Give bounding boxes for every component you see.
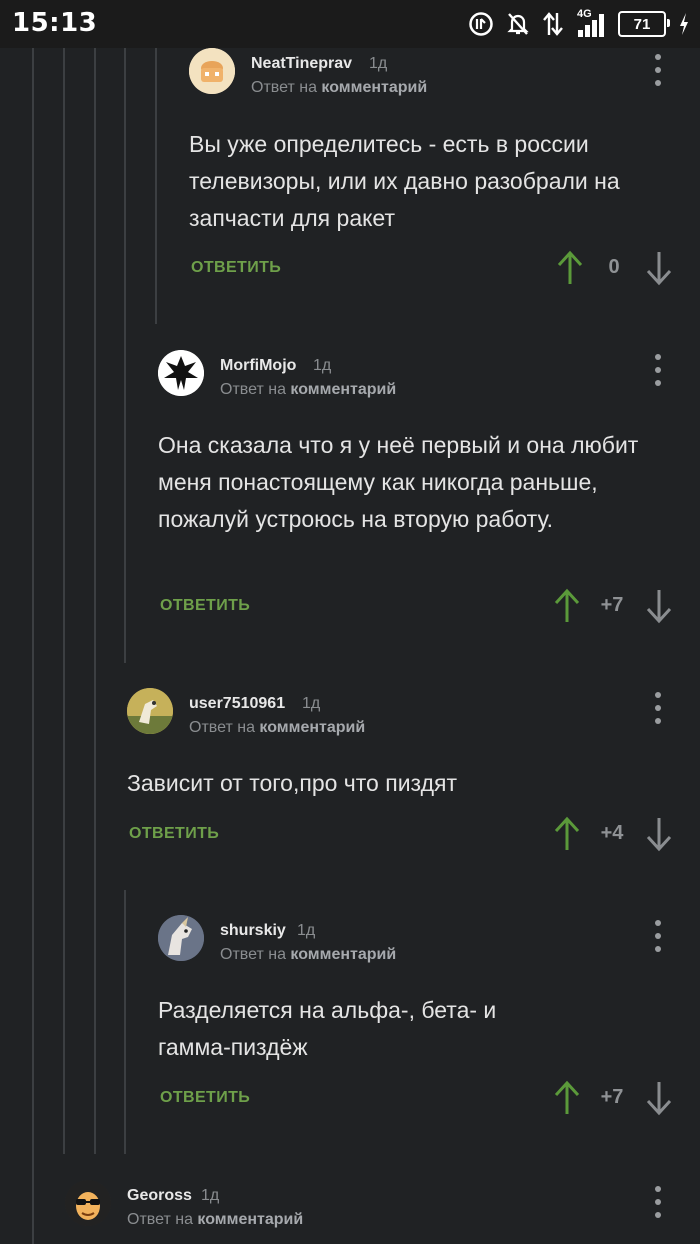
reply-to-prefix: Ответ на (220, 381, 286, 398)
battery-level: 71 (633, 15, 651, 33)
avatar[interactable] (158, 915, 204, 961)
username[interactable]: Geoross (127, 1187, 192, 1205)
reply-button[interactable]: ОТВЕТИТЬ (160, 597, 250, 615)
username[interactable]: user7510961 (189, 695, 285, 713)
comment-text: Она сказала что я у неё первый и она люб… (158, 432, 639, 532)
reply-to-prefix: Ответ на (189, 719, 255, 736)
reply-to[interactable]: Ответ на комментарий (220, 381, 396, 399)
status-icons: 4G 71 (468, 8, 690, 40)
upvote-icon[interactable] (553, 816, 581, 852)
more-menu-icon[interactable] (652, 1186, 664, 1218)
comment-score: 0 (608, 256, 620, 278)
reply-to-link[interactable]: комментарий (290, 946, 396, 963)
avatar[interactable] (65, 1180, 111, 1226)
data-arrows-icon (543, 12, 563, 36)
downvote-icon[interactable] (645, 250, 673, 286)
reply-to[interactable]: Ответ на комментарий (220, 946, 396, 964)
reply-to-link[interactable]: комментарий (290, 381, 396, 398)
downvote-icon[interactable] (645, 1080, 673, 1116)
reply-to-link[interactable]: комментарий (321, 79, 427, 96)
thread-line[interactable] (155, 48, 157, 324)
signal-icon: 4G (576, 8, 606, 38)
comment-time: 1д (297, 922, 316, 939)
reply-button[interactable]: ОТВЕТИТЬ (191, 259, 281, 277)
reply-to[interactable]: Ответ на комментарий (127, 1211, 303, 1229)
charging-icon (680, 13, 688, 35)
reply-to-prefix: Ответ на (127, 1211, 193, 1228)
upvote-icon[interactable] (553, 588, 581, 624)
username[interactable]: NeatTineprav (251, 55, 352, 73)
downvote-icon[interactable] (645, 816, 673, 852)
comment-text: Вы уже определитесь - есть в россии теле… (189, 131, 620, 231)
comment-score: +7 (600, 594, 624, 616)
avatar[interactable] (189, 48, 235, 94)
comment-time: 1д (302, 695, 321, 712)
status-time: 15:13 (12, 8, 98, 38)
reply-to[interactable]: Ответ на комментарий (251, 79, 427, 97)
avatar[interactable] (158, 350, 204, 396)
upvote-icon[interactable] (556, 250, 584, 286)
more-menu-icon[interactable] (652, 692, 664, 724)
downvote-icon[interactable] (645, 588, 673, 624)
reply-to[interactable]: Ответ на комментарий (189, 719, 365, 737)
comment-time: 1д (313, 357, 332, 374)
more-menu-icon[interactable] (652, 354, 664, 386)
reply-to-prefix: Ответ на (251, 79, 317, 96)
thread-line[interactable] (63, 48, 65, 1154)
thread-line[interactable] (94, 48, 96, 1154)
reply-to-prefix: Ответ на (220, 946, 286, 963)
more-menu-icon[interactable] (652, 920, 664, 952)
upvote-icon[interactable] (553, 1080, 581, 1116)
battery-icon: 71 (618, 11, 670, 37)
thread-line[interactable] (124, 48, 126, 663)
reply-to-link[interactable]: комментарий (259, 719, 365, 736)
thread-line[interactable] (124, 890, 126, 1154)
thread-line[interactable] (32, 48, 34, 1244)
avatar[interactable] (127, 688, 173, 734)
comment-text: Зависит от того,про что пиздят (127, 770, 457, 796)
reply-to-link[interactable]: комментарий (197, 1211, 303, 1228)
comment-time: 1д (201, 1187, 220, 1204)
bell-off-icon (507, 13, 529, 35)
username[interactable]: shurskiy (220, 922, 286, 940)
comment-time: 1д (369, 55, 388, 72)
reply-button[interactable]: ОТВЕТИТЬ (129, 825, 219, 843)
comment-score: +4 (600, 822, 624, 844)
more-menu-icon[interactable] (652, 54, 664, 86)
username[interactable]: MorfiMojo (220, 357, 296, 375)
reply-button[interactable]: ОТВЕТИТЬ (160, 1089, 250, 1107)
comment-text: Разделяется на альфа-, бета- и гамма-пиз… (158, 997, 497, 1060)
comment-score: +7 (600, 1086, 624, 1108)
data-saver-icon (469, 12, 493, 36)
status-bar: 15:13 4G 71 (0, 0, 700, 48)
